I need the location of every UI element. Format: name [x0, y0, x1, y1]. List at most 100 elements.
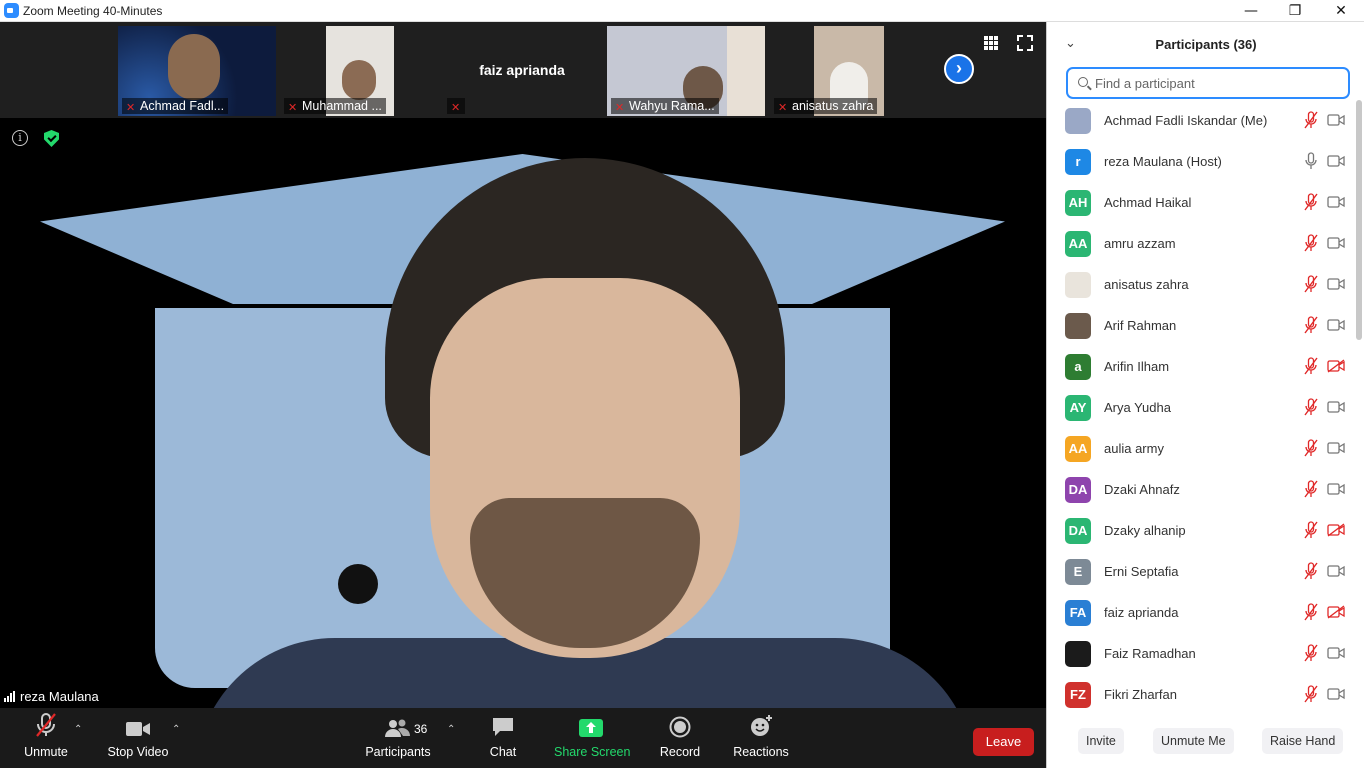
participants-button[interactable]: 36 Participants	[364, 708, 432, 768]
reactions-button[interactable]: Reactions	[732, 708, 790, 768]
participant-search-input[interactable]	[1095, 73, 1345, 93]
unmute-button[interactable]: Unmute	[18, 708, 74, 768]
video-off-icon[interactable]	[1327, 359, 1345, 373]
participant-thumbnail[interactable]: ✕ anisatus zahra	[770, 26, 928, 116]
participant-row[interactable]: Achmad Fadli Iskandar (Me)	[1047, 100, 1353, 141]
participant-list-scrollbar[interactable]	[1356, 100, 1362, 340]
avatar: AH	[1065, 190, 1091, 216]
participant-search-box[interactable]	[1066, 67, 1350, 99]
muted-mic-icon[interactable]	[1303, 562, 1319, 580]
participant-name: Dzaki Ahnafz	[1104, 482, 1180, 497]
participant-name: anisatus zahra	[1104, 277, 1189, 292]
muted-mic-icon[interactable]	[1303, 439, 1319, 457]
zoom-logo-icon	[4, 3, 19, 18]
avatar: DA	[1065, 518, 1091, 544]
video-camera-icon[interactable]	[1327, 195, 1345, 209]
muted-mic-icon[interactable]	[1303, 234, 1319, 252]
panel-header: ⌄ Participants (36)	[1047, 22, 1364, 66]
participant-row[interactable]: Faiz Ramadhan	[1047, 633, 1353, 674]
participant-row[interactable]: AY Arya Yudha	[1047, 387, 1353, 428]
video-camera-icon[interactable]	[1327, 318, 1345, 332]
signal-strength-icon	[4, 691, 16, 702]
mic-icon[interactable]	[1303, 152, 1319, 170]
participant-row[interactable]: a Arifin Ilham	[1047, 346, 1353, 387]
video-camera-icon[interactable]	[1327, 564, 1345, 578]
title-bar: Zoom Meeting 40-Minutes — ❐ ✕	[0, 0, 1364, 22]
participants-options-caret[interactable]: ⌃	[447, 724, 455, 735]
participant-row[interactable]: anisatus zahra	[1047, 264, 1353, 305]
thumbnail-name: ✕ Muhammad ...	[284, 98, 386, 114]
muted-mic-icon[interactable]	[1303, 111, 1319, 129]
share-screen-icon	[554, 708, 628, 742]
muted-mic-icon[interactable]	[1303, 685, 1319, 703]
stop-video-button[interactable]: Stop Video	[104, 708, 172, 768]
video-stage: ✕ Achmad Fadl... ✕ Muhammad ... faiz apria…	[0, 22, 1046, 708]
video-off-icon[interactable]	[1327, 605, 1345, 619]
share-screen-button[interactable]: Share Screen	[554, 708, 630, 768]
video-off-icon[interactable]	[1327, 523, 1345, 537]
active-speaker-video: i reza Maulana	[0, 118, 1046, 708]
fullscreen-icon[interactable]	[1015, 35, 1035, 55]
avatar: r	[1065, 149, 1091, 175]
muted-mic-icon[interactable]	[1303, 357, 1319, 375]
speaker-person	[195, 158, 975, 708]
video-camera-icon[interactable]	[1327, 441, 1345, 455]
participant-name: Arifin Ilham	[1104, 359, 1170, 374]
participant-row[interactable]: FA faiz aprianda	[1047, 592, 1353, 633]
minimize-button[interactable]: —	[1228, 0, 1274, 22]
next-page-button[interactable]: ›	[944, 54, 974, 84]
participant-row[interactable]: r reza Maulana (Host)	[1047, 141, 1353, 182]
muted-mic-icon[interactable]	[1303, 480, 1319, 498]
participant-name: Achmad Fadli Iskandar (Me)	[1104, 113, 1268, 128]
audio-options-caret[interactable]: ⌃	[74, 724, 82, 735]
gallery-view-icon[interactable]	[981, 35, 1001, 55]
participant-thumbnail[interactable]: ✕ Muhammad ...	[280, 26, 438, 116]
muted-mic-icon[interactable]	[1303, 644, 1319, 662]
video-camera-icon[interactable]	[1327, 400, 1345, 414]
participant-row[interactable]: FZ Fikri Zharfan	[1047, 674, 1353, 715]
video-camera-icon[interactable]	[1327, 277, 1345, 291]
avatar: FA	[1065, 600, 1091, 626]
participant-name: amru azzam	[1104, 236, 1176, 251]
chat-button[interactable]: Chat	[482, 708, 524, 768]
meeting-info-icon[interactable]: i	[12, 130, 28, 146]
muted-mic-icon[interactable]	[1303, 603, 1319, 621]
participant-row[interactable]: Arif Rahman	[1047, 305, 1353, 346]
video-camera-icon[interactable]	[1327, 236, 1345, 250]
video-camera-icon[interactable]	[1327, 646, 1345, 660]
video-camera-icon[interactable]	[1327, 687, 1345, 701]
video-options-caret[interactable]: ⌃	[172, 724, 180, 735]
record-button[interactable]: Record	[658, 708, 702, 768]
participant-row[interactable]: DA Dzaki Ahnafz	[1047, 469, 1353, 510]
muted-mic-icon[interactable]	[1303, 275, 1319, 293]
participant-thumbnail[interactable]: ✕ Wahyu Rama...	[607, 26, 765, 116]
restore-button[interactable]: ❐	[1272, 0, 1318, 22]
video-camera-icon[interactable]	[1327, 113, 1345, 127]
participant-row[interactable]: E Erni Septafia	[1047, 551, 1353, 592]
panel-title: Participants (36)	[1155, 37, 1257, 52]
muted-mic-icon[interactable]	[1303, 521, 1319, 539]
muted-mic-icon[interactable]	[1303, 398, 1319, 416]
participant-row[interactable]: AA amru azzam	[1047, 223, 1353, 264]
video-camera-icon[interactable]	[1327, 154, 1345, 168]
chat-bubble-icon	[482, 708, 524, 742]
raise-hand-button[interactable]: Raise Hand	[1262, 728, 1344, 754]
encryption-shield-icon[interactable]	[44, 130, 59, 147]
participant-row[interactable]: AH Achmad Haikal	[1047, 182, 1353, 223]
video-camera-icon[interactable]	[1327, 482, 1345, 496]
thumbnail-display-name: faiz aprianda	[479, 62, 565, 78]
unmute-me-button[interactable]: Unmute Me	[1153, 728, 1234, 754]
window-title: Zoom Meeting 40-Minutes	[23, 4, 163, 18]
close-button[interactable]: ✕	[1318, 0, 1364, 22]
muted-mic-icon[interactable]	[1303, 316, 1319, 334]
participant-row[interactable]: AA aulia army	[1047, 428, 1353, 469]
invite-button[interactable]: Invite	[1078, 728, 1124, 754]
participant-thumbnail[interactable]: ✕ Achmad Fadl...	[118, 26, 276, 116]
thumbnail-name: ✕ Wahyu Rama...	[611, 98, 719, 114]
participant-row[interactable]: DA Dzaky alhanip	[1047, 510, 1353, 551]
muted-mic-icon[interactable]	[1303, 193, 1319, 211]
leave-meeting-button[interactable]: Leave	[973, 728, 1034, 756]
participant-thumbnail[interactable]: faiz aprianda ✕	[443, 26, 601, 116]
avatar: AA	[1065, 436, 1091, 462]
muted-mic-icon: ✕	[615, 102, 625, 114]
